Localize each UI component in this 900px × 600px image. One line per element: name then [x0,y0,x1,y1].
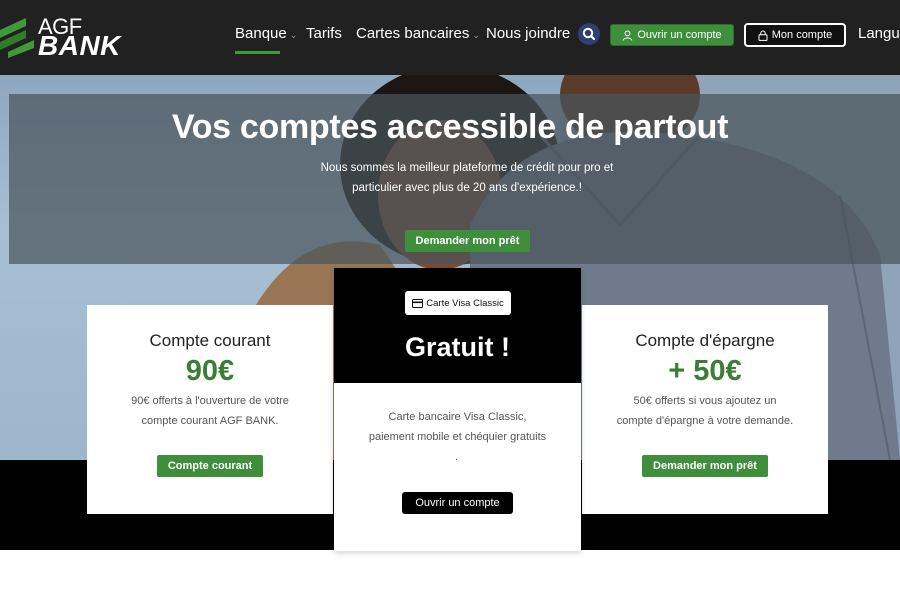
nav-item-tarifs[interactable]: Tarifs [306,25,342,42]
nav-item-label: Banque [235,25,287,42]
hero-subtitle-line: particulier avec plus de 20 ans d'expéri… [352,182,582,194]
lock-icon [758,30,768,41]
visa-title: Gratuit ! [405,332,510,362]
visa-card-header: Carte Visa Classic Gratuit ! [334,268,581,383]
open-account-label: Ouvrir un compte [637,29,722,41]
nav-item-label: Nous joindre [486,25,571,42]
chevron-down-icon: ⌄ [289,30,298,40]
agf-bank-logo[interactable]: AGF BANK [0,8,120,61]
user-icon [623,30,633,41]
visa-description: Carte bancaire Visa Classic, paiement mo… [348,407,567,447]
nav-item-cartes-bancaires[interactable]: Cartes bancaires ⌄ [356,25,480,42]
hero-subtitle-line: Nous sommes la meilleur plateforme de cr… [320,162,614,174]
my-account-button[interactable]: Mon compte [744,23,846,47]
hero-subtitle: Nous sommes la meilleur plateforme de cr… [309,158,625,198]
offer-title: Compte d'épargne [635,331,775,350]
nav-item-nous-joindre[interactable]: Nous joindre [486,25,570,42]
visa-badge-label: Carte Visa Classic [426,297,504,309]
offer-card-visa: Carte Visa Classic Gratuit ! Carte banca… [334,268,581,551]
nav-item-label: Cartes bancaires [356,25,470,42]
hero-title: Vos comptes accessible de partout [171,108,729,146]
logo-text-bank: BANK [38,30,121,61]
open-account-button[interactable]: Ouvrir un compte [610,24,734,46]
offer-description: 50€ offerts si vous ajoutez un compte d'… [602,391,808,431]
language-selector[interactable]: Langue [858,25,900,42]
offer-description-line: compte d'épargne à votre demande. [616,415,794,427]
offer-card-savings-account: Compte d'épargne + 50€ 50€ offerts si vo… [582,305,828,514]
offer-description-line: compte courant AGF BANK. [141,415,279,427]
my-account-label: Mon compte [771,29,833,41]
nav-item-label: Tarifs [306,25,342,42]
page: AGF BANK Banque ⌄ Tarifs Cartes bancaires… [0,0,900,600]
current-account-button[interactable]: Compte courant [157,455,263,477]
offer-amount: 90€ [185,355,235,387]
request-loan-button[interactable]: Demander mon prêt [405,230,530,252]
visa-description-dot: . [455,451,459,463]
active-nav-underline [235,51,280,54]
hero-banner: Vos comptes accessible de partout Nous s… [9,94,900,264]
offer-amount: + 50€ [668,355,742,387]
search-button[interactable] [578,23,600,45]
logo-mark-icon [0,18,34,58]
search-icon [582,27,596,41]
offer-description: 90€ offerts à l'ouverture de votre compt… [107,391,313,431]
visa-description-line: Carte bancaire Visa Classic, [388,411,527,423]
offer-card-current-account: Compte courant 90€ 90€ offerts à l'ouver… [87,305,333,514]
open-account-card-button[interactable]: Ouvrir un compte [402,492,513,514]
request-loan-card-button[interactable]: Demander mon prêt [642,455,768,477]
offer-title: Compte courant [149,331,271,350]
credit-card-icon [412,298,424,308]
site-header: AGF BANK Banque ⌄ Tarifs Cartes bancaires… [0,0,900,75]
visa-badge: Carte Visa Classic [405,291,511,315]
chevron-down-icon: ⌄ [472,30,480,40]
nav-item-banque[interactable]: Banque ⌄ [235,25,298,54]
visa-description-line: paiement mobile et chéquier gratuits [368,431,547,443]
offer-description-line: 90€ offerts à l'ouverture de votre [131,395,289,407]
offer-description-line: 50€ offerts si vous ajoutez un [633,395,777,407]
